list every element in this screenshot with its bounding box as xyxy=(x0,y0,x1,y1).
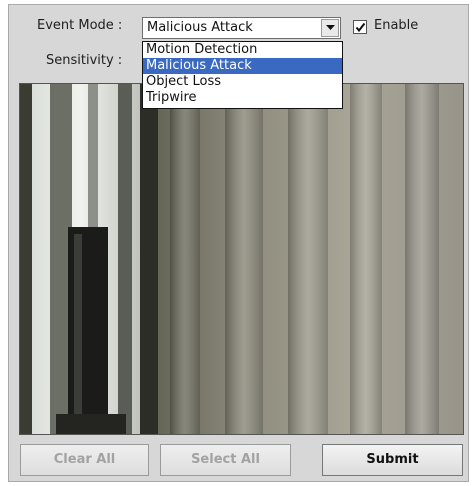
chevron-down-icon xyxy=(326,25,335,30)
option-motion-detection[interactable]: Motion Detection xyxy=(143,42,342,58)
clear-all-button[interactable]: Clear All xyxy=(20,444,149,476)
option-malicious-attack[interactable]: Malicious Attack xyxy=(143,58,342,74)
event-mode-label: Event Mode : xyxy=(37,18,123,33)
enable-label[interactable]: Enable xyxy=(374,18,418,33)
camera-preview[interactable] xyxy=(19,83,464,435)
checkmark-icon xyxy=(355,22,366,33)
option-object-loss[interactable]: Object Loss xyxy=(143,74,342,90)
enable-checkbox[interactable] xyxy=(353,20,367,34)
event-mode-select[interactable]: Malicious Attack xyxy=(142,17,341,39)
event-mode-dropdown-list[interactable]: Motion Detection Malicious Attack Object… xyxy=(142,41,343,109)
camera-image xyxy=(20,84,463,434)
sensitivity-label: Sensitivity : xyxy=(46,53,123,68)
option-tripwire[interactable]: Tripwire xyxy=(143,90,342,106)
submit-button[interactable]: Submit xyxy=(322,444,463,476)
event-mode-value: Malicious Attack xyxy=(147,20,253,35)
select-all-button[interactable]: Select All xyxy=(160,444,291,476)
dropdown-arrow-button[interactable] xyxy=(321,19,339,37)
